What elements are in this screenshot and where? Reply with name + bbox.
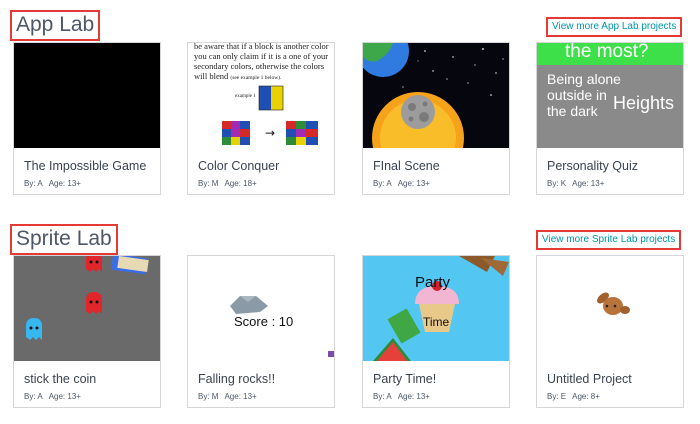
project-card-stick-the-coin[interactable]: stick the coin By: A Age: 13+ [13, 255, 161, 408]
thumb-time-text: Time [423, 315, 450, 329]
view-more-app-lab-link[interactable]: View more App Lab projects [546, 17, 683, 37]
project-card-personality-quiz[interactable]: the most? Being alone outside in the dar… [536, 42, 684, 195]
thumb-rock-sprite [230, 296, 334, 357]
project-title[interactable]: Color Conquer [198, 159, 279, 173]
thumb-party-scene [363, 256, 509, 361]
thumb-quiz-question: the most? [565, 43, 649, 62]
project-author: By: A [373, 179, 392, 188]
project-title[interactable]: Party Time! [373, 372, 436, 386]
view-more-sprite-lab-link[interactable]: View more Sprite Lab projects [536, 230, 682, 250]
sprite-lab-section-title: Sprite Lab [10, 224, 118, 255]
project-thumbnail[interactable] [537, 256, 683, 361]
project-title[interactable]: Untitled Project [547, 372, 632, 386]
project-thumbnail[interactable] [14, 256, 160, 361]
project-author: By: K [547, 179, 567, 188]
project-meta: By: K Age: 13+ [547, 179, 610, 188]
project-title[interactable]: Personality Quiz [547, 159, 638, 173]
project-thumbnail[interactable] [14, 43, 160, 148]
thumb-party-text: Party [415, 274, 451, 291]
project-author: By: M [198, 179, 219, 188]
project-meta: By: A Age: 13+ [24, 179, 87, 188]
project-age: Age: 13+ [397, 179, 430, 188]
project-author: By: A [24, 392, 43, 401]
project-age: Age: 8+ [572, 392, 600, 401]
project-thumbnail[interactable]: Score : 10 [188, 256, 334, 361]
project-card-untitled-project[interactable]: Untitled Project By: E Age: 8+ [536, 255, 684, 408]
project-card-final-scene[interactable]: FInal Scene By: A Age: 13+ [362, 42, 510, 195]
thumb-space-scene [363, 43, 509, 148]
project-card-falling-rocks[interactable]: Score : 10 Falling rocks!! By: M Age: 13+ [187, 255, 335, 408]
thumb-quiz-option-2: Heights [613, 93, 675, 113]
project-author: By: A [373, 392, 392, 401]
project-title[interactable]: The Impossible Game [24, 159, 146, 173]
project-title[interactable]: FInal Scene [373, 159, 440, 173]
project-meta: By: A Age: 13+ [373, 392, 436, 401]
project-author: By: E [547, 392, 567, 401]
thumb-grid-illustration: → [222, 85, 318, 145]
project-thumbnail[interactable]: be aware that if a block is another colo… [188, 43, 334, 148]
project-age: Age: 18+ [224, 179, 257, 188]
project-card-color-conquer[interactable]: be aware that if a block is another colo… [187, 42, 335, 195]
project-thumbnail[interactable] [363, 43, 509, 148]
project-title[interactable]: stick the coin [24, 372, 96, 386]
project-meta: By: A Age: 13+ [24, 392, 87, 401]
project-author: By: M [198, 392, 219, 401]
svg-text:→: → [265, 126, 275, 140]
project-thumbnail[interactable]: Party Time [363, 256, 509, 361]
project-age: Age: 13+ [397, 392, 430, 401]
project-thumbnail[interactable]: the most? Being alone outside in the dar… [537, 43, 683, 148]
project-age: Age: 13+ [48, 179, 81, 188]
project-title[interactable]: Falling rocks!! [198, 372, 275, 386]
project-author: By: A [24, 179, 43, 188]
project-age: Age: 13+ [48, 392, 81, 401]
project-meta: By: A Age: 13+ [373, 179, 436, 188]
thumb-score-text: Score : 10 [234, 314, 294, 329]
thumb-bunny-sprite [597, 292, 630, 315]
project-age: Age: 13+ [572, 179, 605, 188]
app-lab-section-title: App Lab [10, 10, 101, 41]
project-meta: By: M Age: 13+ [198, 392, 263, 401]
project-meta: By: E Age: 8+ [547, 392, 606, 401]
project-card-impossible-game[interactable]: The Impossible Game By: A Age: 13+ [13, 42, 161, 195]
project-card-party-time[interactable]: Party Time Party Time! By: A Age: 13+ [362, 255, 510, 408]
project-age: Age: 13+ [224, 392, 257, 401]
project-meta: By: M Age: 18+ [198, 179, 263, 188]
thumb-sprite-scene [14, 256, 160, 361]
